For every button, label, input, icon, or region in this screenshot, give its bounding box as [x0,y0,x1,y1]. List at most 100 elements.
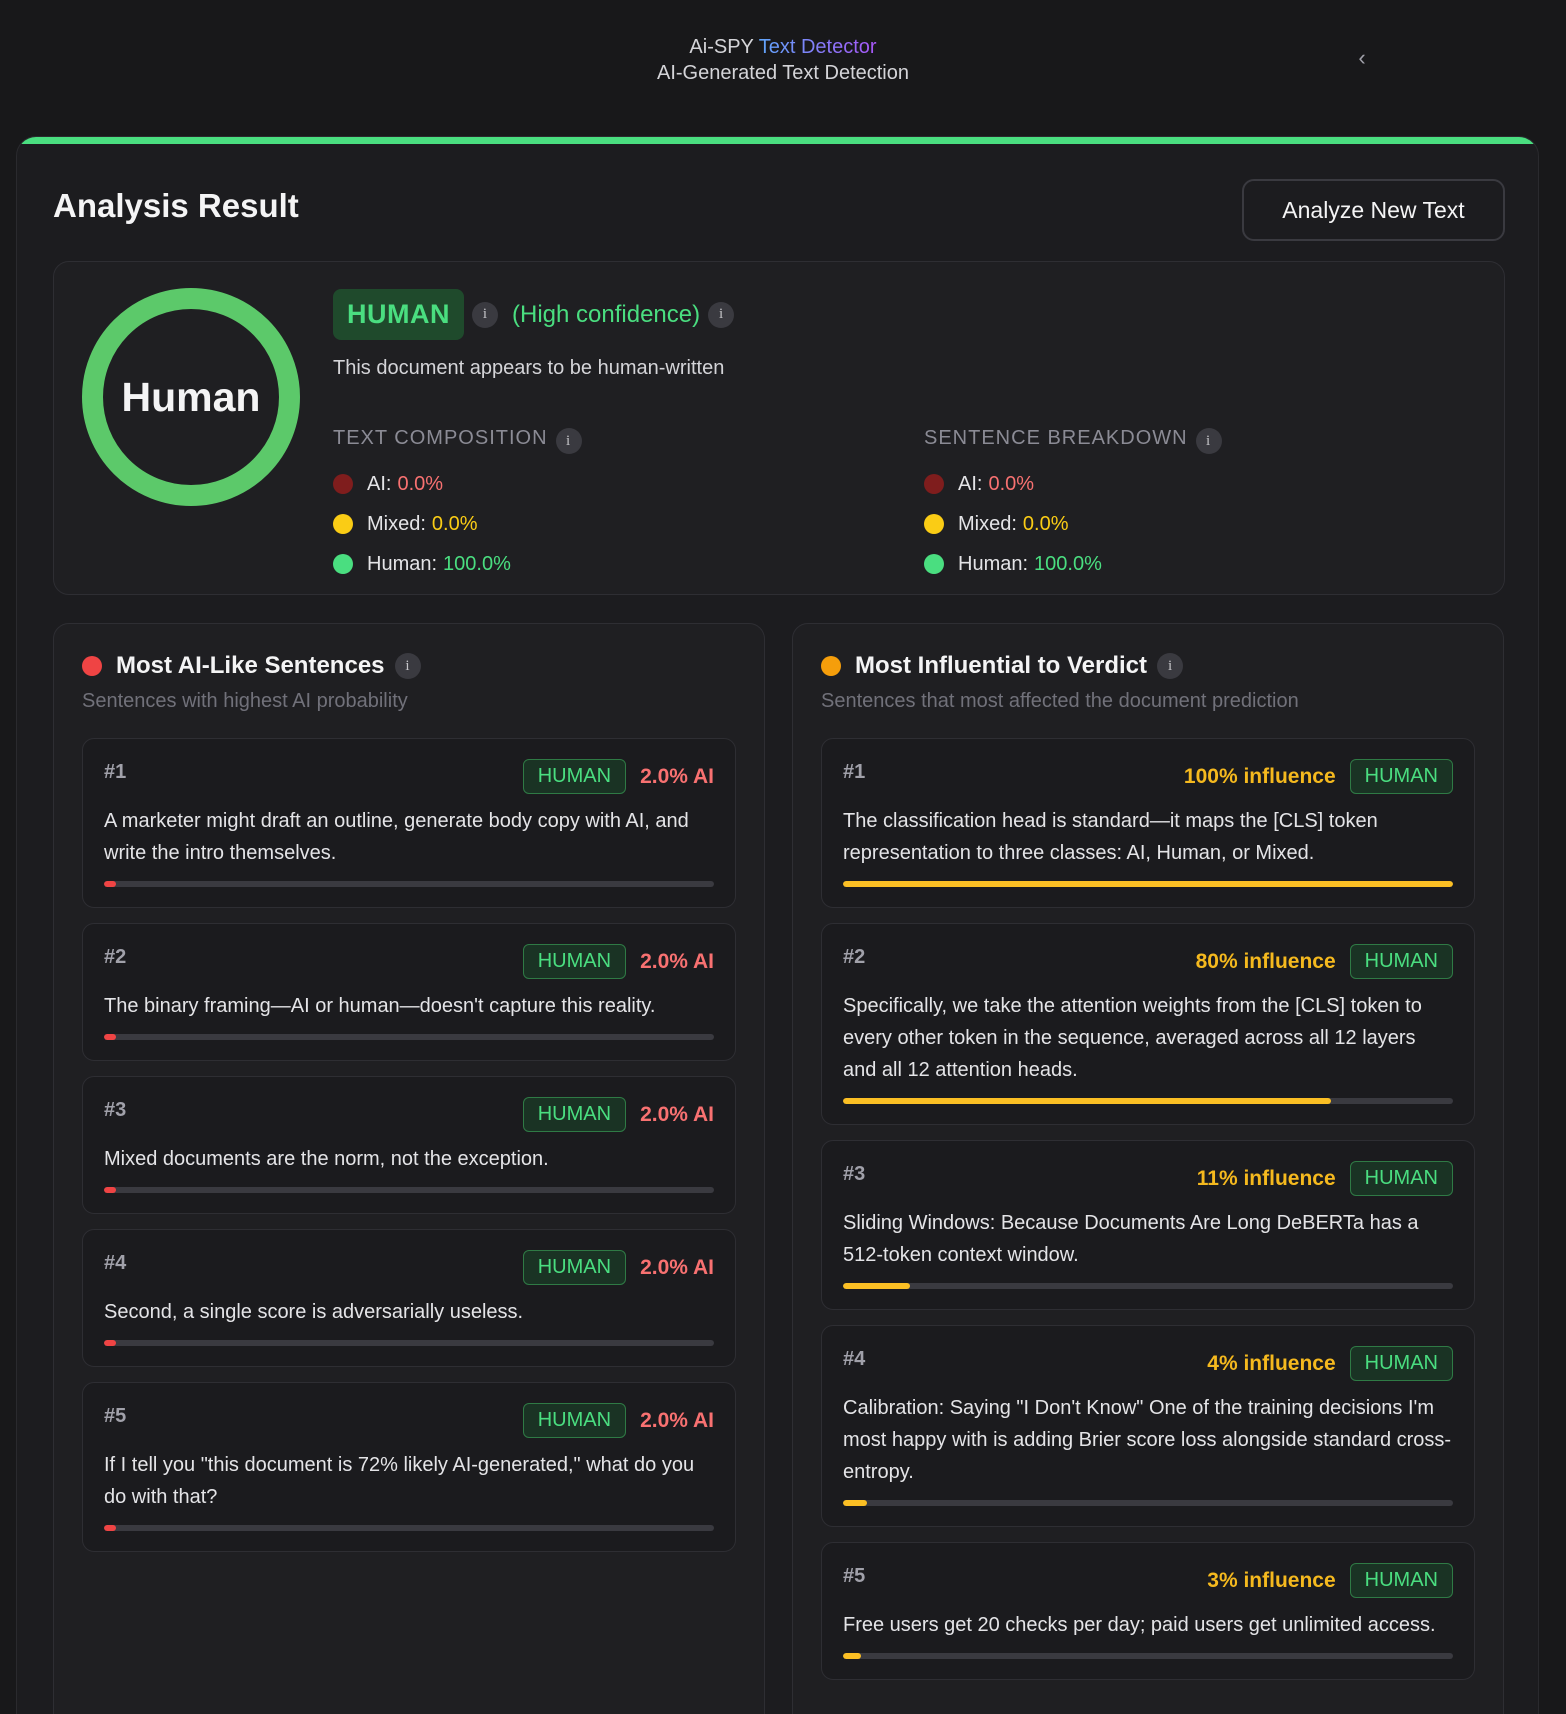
item-influence-score: 100% influence [1183,764,1336,788]
item-influence-fill [843,1098,1331,1104]
sentence-breakdown-title: SENTENCE BREAKDOWN [924,426,1188,449]
influential-subtitle: Sentences that most affected the documen… [821,690,1299,712]
item-ai-score: 2.0% AI [640,1255,714,1279]
ai-like-item[interactable]: #1 HUMAN 2.0% AI A marketer might draft a… [82,738,736,908]
verdict-info-icon[interactable]: i [472,301,498,328]
app-header: Ai-SPY Text Detector AI-Generated Text D… [0,34,1566,86]
influential-item[interactable]: #2 80% influence HUMAN Specifically, we t… [821,923,1475,1125]
breakdown-mixed-row: Mixed: 0.0% [924,504,1222,544]
verdict-row: HUMAN i (High confidence) i [333,289,735,340]
orange-dot-icon [821,656,841,676]
breakdown-human-label: Human: [958,552,1029,575]
composition-info-icon[interactable]: i [555,428,582,454]
influential-item[interactable]: #4 4% influence HUMAN Calibration: Saying… [821,1325,1475,1527]
composition-human-label: Human: [367,552,438,575]
ai-like-item[interactable]: #4 HUMAN 2.0% AI Second, a single score i… [82,1229,736,1367]
composition-ai-value: 0.0% [397,472,444,495]
page-title: Analysis Result [53,187,299,224]
influential-header: Most Influential to Verdict i [821,652,1184,680]
ai-like-title: Most AI-Like Sentences [116,652,385,679]
item-sentence: Calibration: Saying "I Don't Know" One o… [843,1397,1452,1483]
item-influence-score: 11% influence [1196,1166,1336,1190]
chevron-left-icon[interactable]: ‹ [1348,44,1376,72]
item-sentence: If I tell you "this document is 72% like… [104,1454,695,1508]
breakdown-ai-value: 0.0% [988,472,1035,495]
breakdown-mixed-label: Mixed: [958,512,1017,535]
item-rank: #3 [104,1099,127,1121]
ai-dot-icon [924,474,944,494]
item-sentence: Free users get 20 checks per day; paid u… [843,1614,1436,1636]
item-influence-fill [843,1500,868,1506]
influential-item[interactable]: #3 11% influence HUMAN Sliding Windows: B… [821,1140,1475,1310]
influential-item[interactable]: #5 3% influence HUMAN Free users get 20 c… [821,1542,1475,1680]
app-subtitle: AI-Generated Text Detection [657,62,909,84]
item-label-badge: HUMAN [1349,1346,1453,1381]
item-score-bar [104,1034,714,1040]
text-composition-title: TEXT COMPOSITION [333,426,548,449]
composition-ai-label: AI: [367,472,392,495]
item-sentence: The classification head is standard—it m… [843,810,1378,864]
item-influence-fill [843,1283,911,1289]
item-rank: #5 [104,1405,127,1427]
breakdown-human-row: Human: 100.0% [924,544,1222,584]
brand-accent: Text Detector [758,36,877,58]
composition-ai-row: AI: 0.0% [333,464,582,504]
human-dot-icon [333,554,353,574]
item-score-fill [104,1187,117,1193]
ai-like-info-icon[interactable]: i [394,653,421,679]
item-rank: #1 [104,761,127,783]
ai-like-sentences-panel: Most AI-Like Sentences i Sentences with … [53,623,765,1714]
verdict-ring: Human [82,288,300,506]
ai-like-item[interactable]: #5 HUMAN 2.0% AI If I tell you "this docu… [82,1382,736,1552]
sentence-breakdown-heading: SENTENCE BREAKDOWN i [924,422,1222,454]
mixed-dot-icon [924,514,944,534]
item-influence-bar [843,1283,1453,1289]
item-influence-bar [843,881,1453,887]
influential-item[interactable]: #1 100% influence HUMAN The classificatio… [821,738,1475,908]
item-label-badge: HUMAN [1349,1161,1453,1196]
ai-like-item[interactable]: #2 HUMAN 2.0% AI The binary framing—AI or… [82,923,736,1061]
item-sentence: Sliding Windows: Because Documents Are L… [843,1212,1419,1266]
item-rank: #4 [843,1348,866,1370]
item-label-badge: HUMAN [522,759,627,794]
item-rank: #5 [843,1565,866,1587]
item-influence-bar [843,1098,1453,1104]
brand-title: Ai-SPY Text Detector [0,34,1566,60]
influential-title: Most Influential to Verdict [855,652,1148,679]
composition-human-value: 100.0% [443,552,511,575]
item-ai-score: 2.0% AI [640,949,714,973]
ai-dot-icon [333,474,353,494]
item-label-badge: HUMAN [522,944,627,979]
brand-prefix: Ai-SPY [689,36,754,58]
item-ai-score: 2.0% AI [640,1102,714,1126]
item-label-badge: HUMAN [1349,944,1453,979]
breakdown-info-icon[interactable]: i [1195,428,1222,454]
item-score-bar [104,881,714,887]
red-dot-icon [82,656,102,676]
item-influence-fill [843,1653,862,1659]
analysis-card: Analysis Result Analyze New Text Human H… [16,136,1539,1714]
influential-list: #1 100% influence HUMAN The classificatio… [821,738,1475,1695]
item-rank: #2 [104,946,127,968]
mixed-dot-icon [333,514,353,534]
item-rank: #4 [104,1252,127,1274]
item-rank: #1 [843,761,866,783]
item-label-badge: HUMAN [1349,759,1453,794]
ai-like-item[interactable]: #3 HUMAN 2.0% AI Mixed documents are the … [82,1076,736,1214]
summary-panel: Human HUMAN i (High confidence) i This d… [53,261,1505,595]
item-influence-bar [843,1653,1453,1659]
item-ai-score: 2.0% AI [640,764,714,788]
breakdown-ai-label: AI: [958,472,983,495]
analyze-new-text-button[interactable]: Analyze New Text [1242,179,1505,241]
composition-human-row: Human: 100.0% [333,544,582,584]
item-influence-score: 80% influence [1195,949,1336,973]
text-composition-heading: TEXT COMPOSITION i [333,422,582,454]
confidence-info-icon[interactable]: i [708,301,735,328]
ai-like-header: Most AI-Like Sentences i [82,652,421,680]
text-composition: TEXT COMPOSITION i AI: 0.0% Mixed: 0.0% … [333,422,582,584]
influential-info-icon[interactable]: i [1157,653,1184,679]
human-dot-icon [924,554,944,574]
confidence-label: (High confidence) [512,300,701,328]
item-sentence: A marketer might draft an outline, gener… [104,810,689,864]
composition-mixed-label: Mixed: [367,512,426,535]
